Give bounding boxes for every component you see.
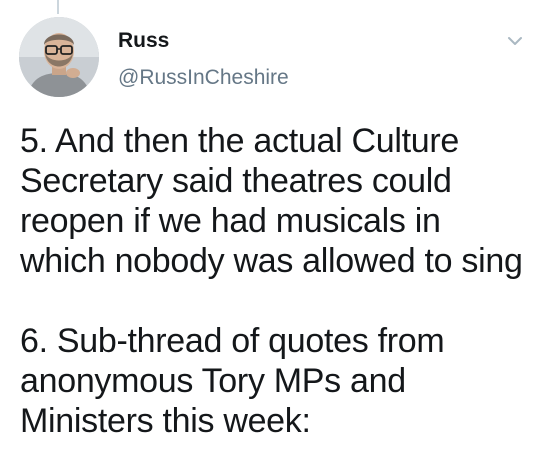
tweet-text-line: 6. Sub-thread of quotes from: [20, 322, 445, 360]
tweet-text-line: Ministers this week:: [20, 402, 311, 440]
avatar[interactable]: [19, 17, 99, 97]
display-name[interactable]: Russ: [118, 29, 169, 52]
chevron-down-icon[interactable]: [504, 30, 526, 52]
user-handle[interactable]: @RussInCheshire: [118, 66, 289, 89]
tweet-text-line: anonymous Tory MPs and: [20, 362, 406, 400]
tweet-text-line: which nobody was allowed to sing: [20, 242, 523, 280]
thread-connector-line: [57, 0, 59, 14]
tweet-text-line: 5. And then the actual Culture: [20, 122, 459, 160]
tweet-text-line: Secretary said theatres could: [20, 162, 452, 200]
tweet-text: 5. And then the actual Culture Secretary…: [20, 121, 530, 441]
avatar-photo: [19, 17, 99, 97]
tweet-text-line: reopen if we had musicals in: [20, 202, 441, 240]
